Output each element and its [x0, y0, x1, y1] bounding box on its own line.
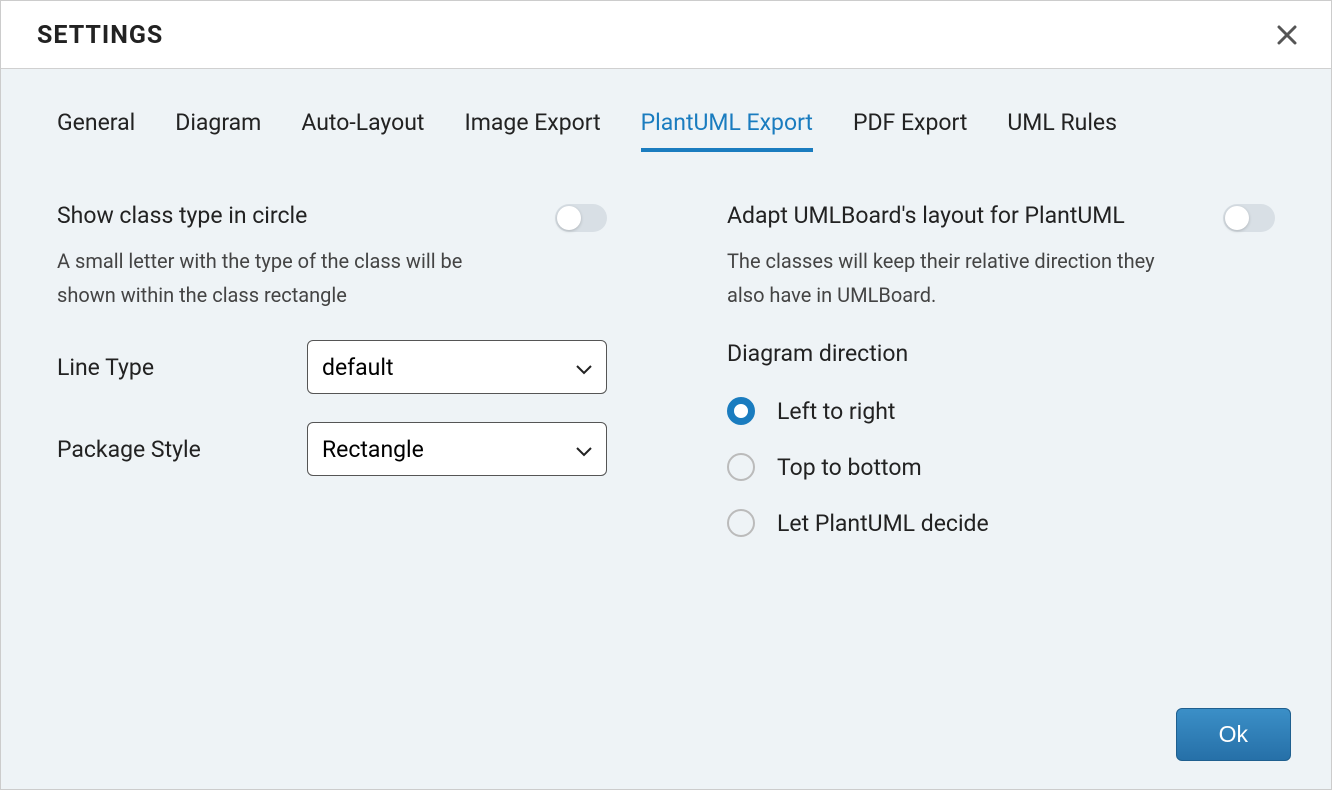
adapt-layout-desc: The classes will keep their relative dir… [727, 244, 1187, 312]
line-type-label: Line Type [57, 354, 307, 381]
show-class-type-toggle[interactable] [555, 204, 607, 232]
package-style-value: Rectangle [322, 436, 424, 463]
adapt-layout-row: Adapt UMLBoard's layout for PlantUML [727, 202, 1275, 232]
radio-label: Let PlantUML decide [777, 510, 989, 537]
tab-auto-layout[interactable]: Auto-Layout [301, 109, 424, 152]
close-button[interactable] [1273, 22, 1301, 50]
toggle-knob [557, 206, 581, 230]
line-type-select[interactable]: default [307, 340, 607, 394]
adapt-layout-toggle[interactable] [1223, 204, 1275, 232]
ok-button[interactable]: Ok [1176, 708, 1291, 761]
tab-diagram[interactable]: Diagram [175, 109, 261, 152]
line-type-row: Line Type default [57, 340, 607, 394]
radio-circle-icon [727, 453, 755, 481]
chevron-down-icon [576, 354, 592, 381]
close-icon [1277, 25, 1297, 45]
diagram-direction-title: Diagram direction [727, 340, 1275, 367]
show-class-type-row: Show class type in circle [57, 202, 607, 232]
dialog-header: SETTINGS [1, 1, 1331, 69]
settings-dialog: SETTINGS General Diagram Auto-Layout Ima… [0, 0, 1332, 790]
diagram-direction-group: Left to right Top to bottom Let PlantUML… [727, 397, 1275, 537]
settings-content: Show class type in circle A small letter… [1, 152, 1331, 537]
radio-plantuml-decide[interactable]: Let PlantUML decide [727, 509, 1275, 537]
package-style-row: Package Style Rectangle [57, 422, 607, 476]
radio-circle-icon [727, 509, 755, 537]
tabs: General Diagram Auto-Layout Image Export… [1, 69, 1331, 152]
toggle-knob [1225, 206, 1249, 230]
tab-pdf-export[interactable]: PDF Export [853, 109, 967, 152]
tab-uml-rules[interactable]: UML Rules [1007, 109, 1117, 152]
show-class-type-label: Show class type in circle [57, 202, 307, 229]
left-column: Show class type in circle A small letter… [57, 202, 607, 537]
chevron-down-icon [576, 436, 592, 463]
radio-label: Left to right [777, 398, 895, 425]
package-style-label: Package Style [57, 436, 307, 463]
line-type-value: default [322, 354, 393, 381]
adapt-layout-label: Adapt UMLBoard's layout for PlantUML [727, 202, 1125, 229]
radio-left-to-right[interactable]: Left to right [727, 397, 1275, 425]
tab-plantuml-export[interactable]: PlantUML Export [641, 109, 813, 152]
tab-general[interactable]: General [57, 109, 135, 152]
radio-label: Top to bottom [777, 454, 922, 481]
dialog-footer: Ok [1176, 708, 1291, 761]
radio-top-to-bottom[interactable]: Top to bottom [727, 453, 1275, 481]
show-class-type-desc: A small letter with the type of the clas… [57, 244, 517, 312]
tab-image-export[interactable]: Image Export [464, 109, 600, 152]
radio-circle-icon [727, 397, 755, 425]
dialog-body: General Diagram Auto-Layout Image Export… [1, 69, 1331, 789]
dialog-title: SETTINGS [37, 21, 163, 50]
package-style-select[interactable]: Rectangle [307, 422, 607, 476]
right-column: Adapt UMLBoard's layout for PlantUML The… [727, 202, 1275, 537]
